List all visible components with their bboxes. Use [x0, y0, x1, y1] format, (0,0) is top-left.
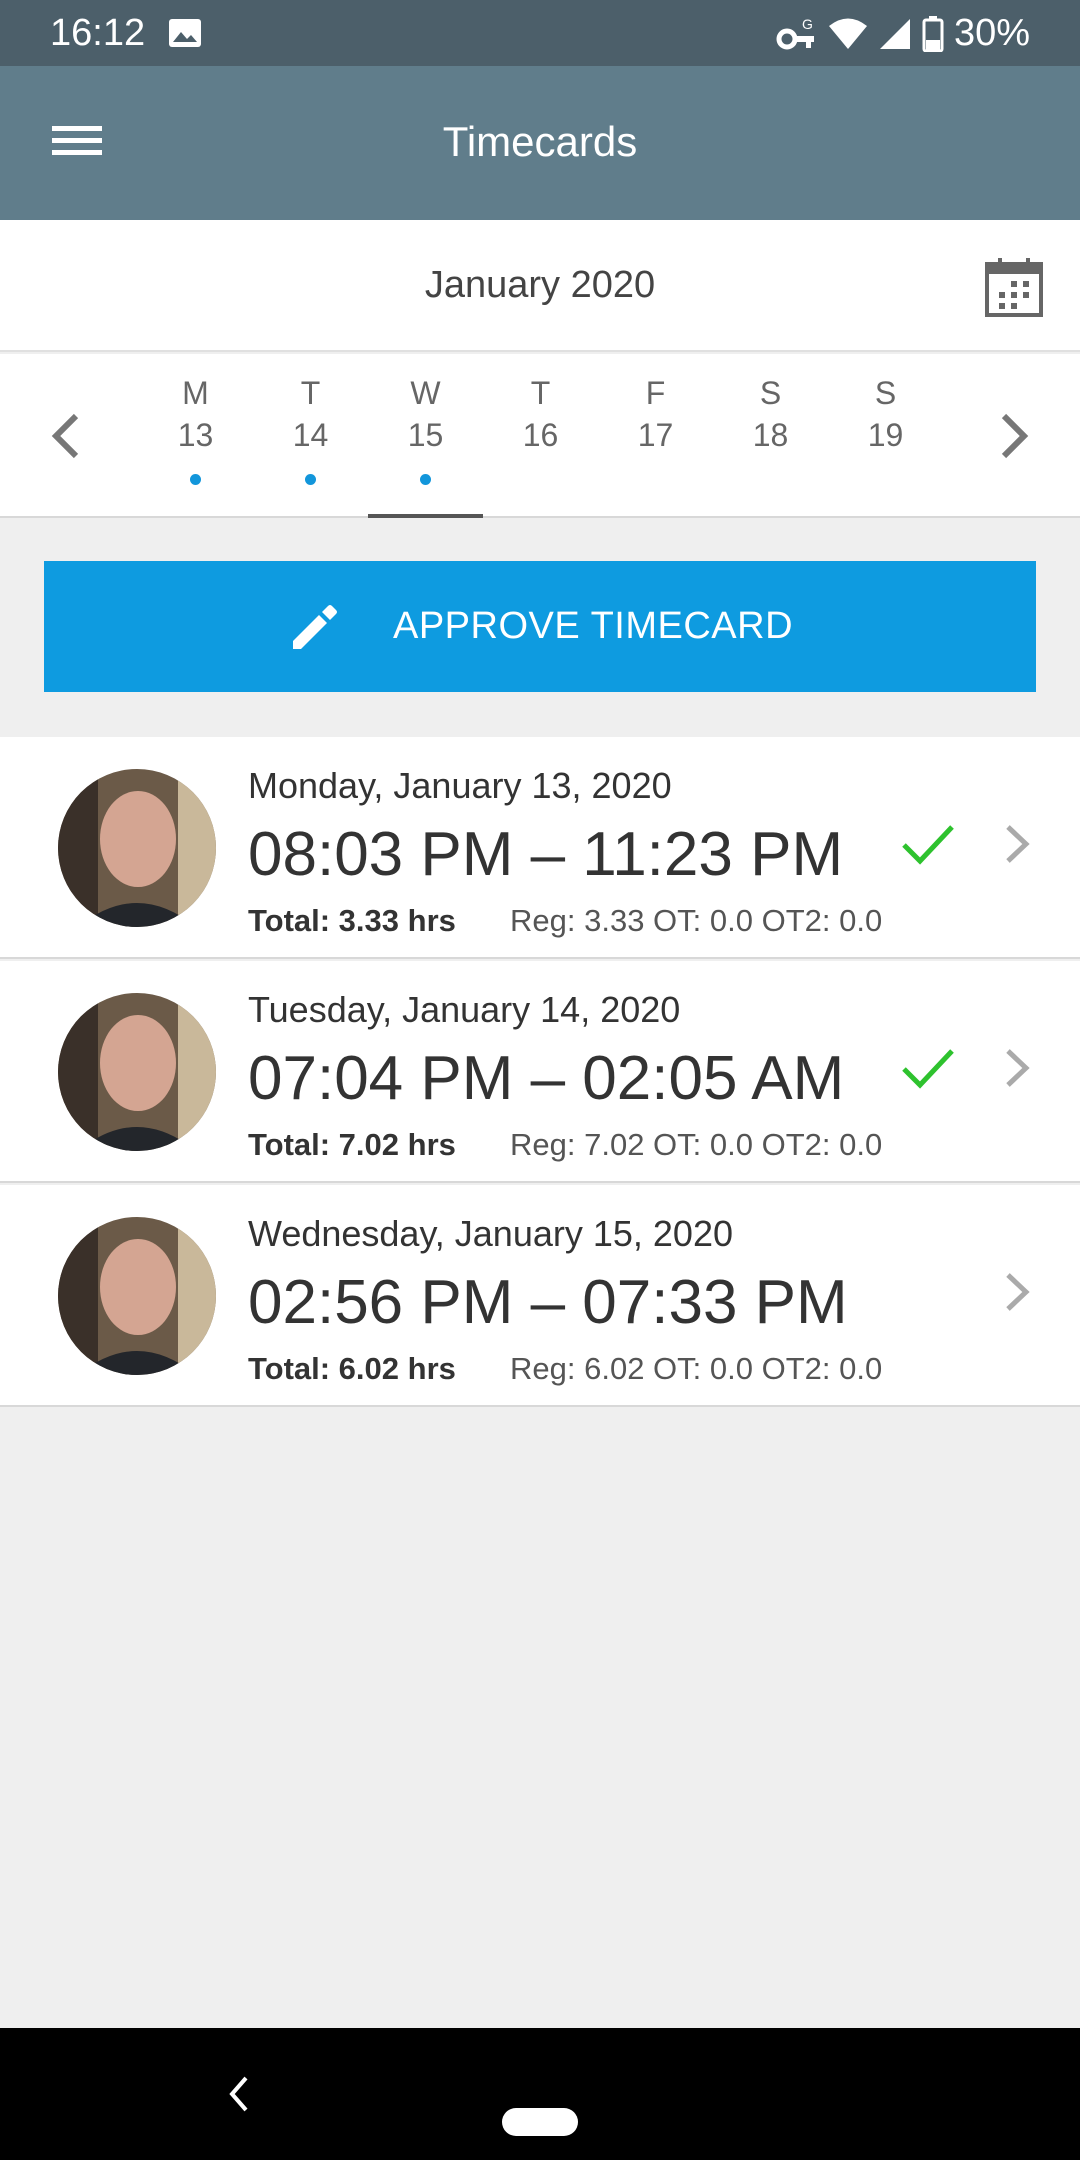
month-label: January 2020: [424, 264, 656, 306]
timecard-entry[interactable]: Tuesday, January 14, 2020 07:04 PM – 02:…: [0, 961, 1080, 1183]
system-nav-bar: [0, 2028, 1080, 2160]
calendar-icon[interactable]: [984, 256, 1044, 318]
entry-total: Total: 7.02 hrs: [248, 1127, 456, 1162]
entry-dot: [190, 474, 201, 485]
vpn-key-icon: G: [776, 16, 814, 49]
day-fri-17[interactable]: F 17: [598, 372, 713, 518]
day-sat-18[interactable]: S 18: [713, 372, 828, 518]
battery-percent: 30%: [953, 12, 1030, 54]
entry-date: Wednesday, January 15, 2020: [248, 1213, 733, 1254]
month-header: January 2020: [0, 220, 1080, 352]
entry-breakdown: Reg: 7.02 OT: 0.0 OT2: 0.0: [510, 1127, 883, 1162]
app-bar: Timecards: [0, 66, 1080, 220]
status-time: 16:12: [50, 12, 146, 54]
day-number: 15: [407, 417, 444, 453]
entry-time-range: 07:04 PM – 02:05 AM: [248, 1044, 845, 1113]
day-letter: T: [300, 375, 321, 411]
day-number: 19: [867, 417, 904, 453]
avatar: [58, 993, 216, 1151]
check-icon: [902, 1049, 954, 1089]
entry-breakdown: Reg: 6.02 OT: 0.0 OT2: 0.0: [510, 1351, 883, 1386]
pencil-icon: [292, 604, 337, 649]
wifi-icon: [828, 18, 867, 49]
entry-total: Total: 3.33 hrs: [248, 903, 456, 938]
entry-dot: [420, 474, 431, 485]
avatar: [58, 1217, 216, 1375]
timecard-entry[interactable]: Wednesday, January 15, 2020 02:56 PM – 0…: [0, 1185, 1080, 1407]
battery-icon: [922, 15, 944, 52]
day-number: 13: [177, 417, 214, 453]
day-number: 16: [522, 417, 559, 453]
entry-date: Tuesday, January 14, 2020: [248, 989, 681, 1030]
day-thu-16[interactable]: T 16: [483, 372, 598, 518]
day-sun-19[interactable]: S 19: [828, 372, 943, 518]
approve-label: APPROVE TIMECARD: [392, 605, 794, 647]
timecard-entry[interactable]: Monday, January 13, 2020 08:03 PM – 11:2…: [0, 737, 1080, 959]
day-letter: W: [410, 375, 441, 411]
chevron-right-icon[interactable]: [988, 406, 1038, 466]
day-letter: T: [530, 375, 551, 411]
status-bar: 16:12 G 30%: [0, 0, 1080, 66]
back-icon[interactable]: [222, 2072, 256, 2116]
entry-dot: [305, 474, 316, 485]
chevron-left-icon[interactable]: [42, 406, 92, 466]
week-selector: M 13 T 14 W 15 T 16 F 17 S 18 S 19: [0, 354, 1080, 518]
image-notification-icon: [169, 19, 201, 47]
page-title: Timecards: [442, 118, 638, 165]
check-icon: [902, 825, 954, 865]
day-number: 14: [292, 417, 329, 453]
entry-breakdown: Reg: 3.33 OT: 0.0 OT2: 0.0: [510, 903, 883, 938]
cell-signal-icon: [879, 18, 910, 49]
day-number: 18: [752, 417, 789, 453]
day-mon-13[interactable]: M 13: [138, 372, 253, 518]
day-letter: F: [645, 375, 666, 411]
chevron-right-icon: [1006, 1273, 1030, 1311]
status-icons: G 30%: [776, 12, 1030, 55]
entry-time-range: 08:03 PM – 11:23 PM: [248, 820, 844, 889]
avatar: [58, 769, 216, 927]
approve-timecard-button[interactable]: APPROVE TIMECARD: [44, 561, 1036, 692]
day-letter: S: [759, 375, 782, 411]
entry-total: Total: 6.02 hrs: [248, 1351, 456, 1386]
day-letter: M: [182, 375, 209, 411]
entry-time-range: 02:56 PM – 07:33 PM: [248, 1268, 848, 1337]
home-pill[interactable]: [502, 2108, 578, 2136]
svg-text:G: G: [802, 16, 813, 32]
day-wed-15[interactable]: W 15: [368, 372, 483, 518]
chevron-right-icon: [1006, 1049, 1030, 1087]
entry-date: Monday, January 13, 2020: [248, 765, 672, 806]
chevron-right-icon: [1006, 825, 1030, 863]
day-tue-14[interactable]: T 14: [253, 372, 368, 518]
day-number: 17: [637, 417, 674, 453]
day-letter: S: [874, 375, 897, 411]
